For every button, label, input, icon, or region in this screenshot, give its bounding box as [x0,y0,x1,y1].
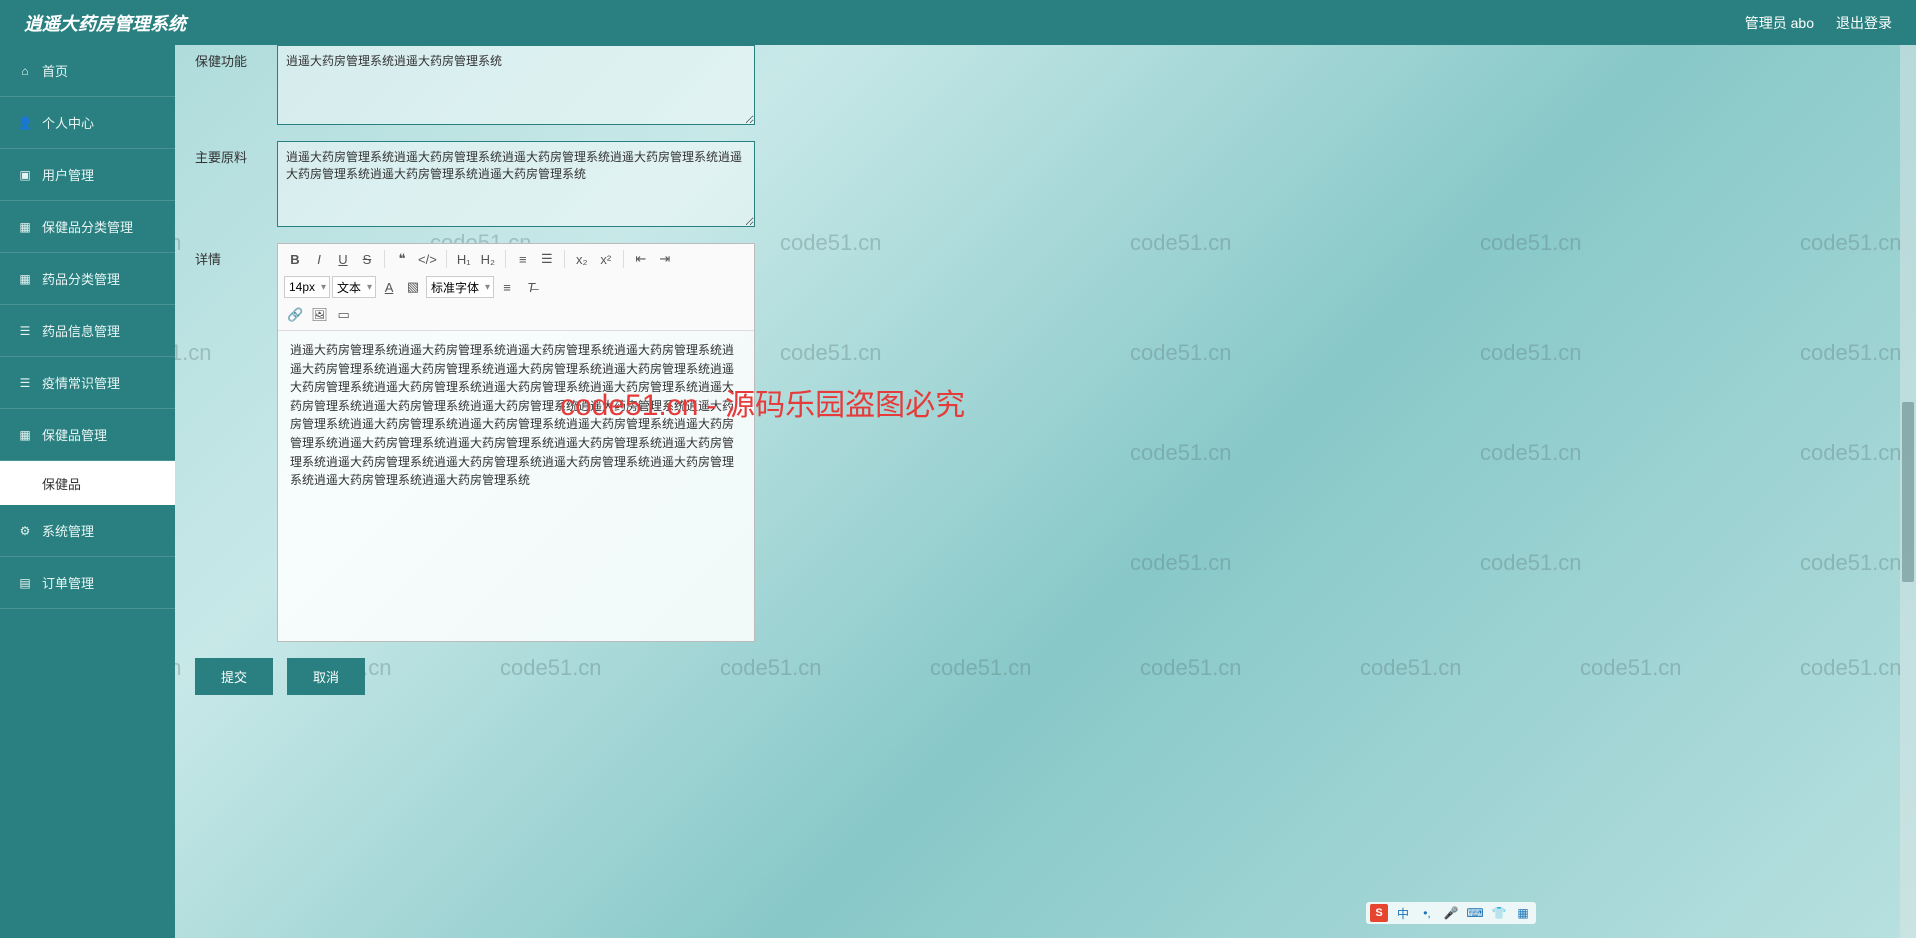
sidebar-item-label: 保健品管理 [42,425,107,444]
editor-toolbar: B I U S ❝ </> H₁ H₂ ≡ ☰ x₂ x² ⇤ ⇥ [278,244,754,331]
sup-icon[interactable]: x² [595,248,617,270]
image-icon[interactable]: 🖼 [308,304,331,326]
function-textarea[interactable] [277,45,755,125]
rich-editor: B I U S ❝ </> H₁ H₂ ≡ ☰ x₂ x² ⇤ ⇥ [277,243,755,642]
sidebar-item-system[interactable]: ⚙ 系统管理 [0,505,175,557]
grid-icon: ▦ [18,428,32,442]
sidebar-item-drug-cat[interactable]: ▦ 药品分类管理 [0,253,175,305]
sidebar-sub-health[interactable]: 保健品 [0,461,175,505]
sidebar-item-label: 疫情常识管理 [42,373,120,392]
underline-icon[interactable]: U [332,248,354,270]
editor-content[interactable]: 逍遥大药房管理系统逍遥大药房管理系统逍遥大药房管理系统逍遥大药房管理系统逍遥大药… [278,331,754,641]
sidebar-sub-label: 保健品 [42,474,81,493]
sidebar-item-label: 用户管理 [42,165,94,184]
sidebar-item-epidemic[interactable]: ☰ 疫情常识管理 [0,357,175,409]
header-right: 管理员 abo 退出登录 [1745,13,1892,33]
paragraph-select[interactable]: 文本 [332,276,376,298]
sidebar-item-drug-info[interactable]: ☰ 药品信息管理 [0,305,175,357]
sidebar-item-label: 系统管理 [42,521,94,540]
form-row-material: 主要原料 [195,141,1896,227]
italic-icon[interactable]: I [308,248,330,270]
list-ul-icon[interactable]: ☰ [536,248,558,270]
field-label: 保健功能 [195,45,265,70]
ime-bar: S 中 •, 🎤 ⌨ 👕 ▦ [1366,902,1536,924]
grid-icon: ▦ [18,272,32,286]
code-icon[interactable]: </> [415,248,440,270]
scrollbar[interactable] [1900,45,1916,938]
field-label: 详情 [195,243,265,268]
h1-icon[interactable]: H₁ [453,248,475,270]
separator [384,250,385,268]
gear-icon: ⚙ [18,524,32,538]
ime-logo-icon[interactable]: S [1370,904,1388,922]
material-textarea[interactable] [277,141,755,227]
clear-format-icon[interactable]: T̶ [520,276,542,298]
sidebar-item-label: 药品信息管理 [42,321,120,340]
form-row-detail: 详情 B I U S ❝ </> H₁ H₂ ≡ ☰ x₂ x² ⇤ [195,243,1896,642]
align-icon[interactable]: ≡ [496,276,518,298]
list-icon: ☰ [18,376,32,390]
sidebar-item-label: 药品分类管理 [42,269,120,288]
form-actions: 提交 取消 [195,658,1896,695]
app-title: 逍遥大药房管理系统 [24,10,186,36]
quote-icon[interactable]: ❝ [391,248,413,270]
font-family-select[interactable]: 标准字体 [426,276,494,298]
submit-button[interactable]: 提交 [195,658,273,695]
strike-icon[interactable]: S [356,248,378,270]
indent-icon[interactable]: ⇤ [630,248,652,270]
sidebar-item-label: 个人中心 [42,113,94,132]
link-icon[interactable]: 🔗 [284,304,306,326]
user-icon: 👤 [18,116,32,130]
cancel-button[interactable]: 取消 [287,658,365,695]
app-header: 逍遥大药房管理系统 管理员 abo 退出登录 [0,0,1916,45]
list-icon: ☰ [18,324,32,338]
sidebar: ⌂ 首页 👤 个人中心 ▣ 用户管理 ▦ 保健品分类管理 ▦ 药品分类管理 ☰ … [0,45,175,938]
list-icon: ▤ [18,576,32,590]
sidebar-item-label: 订单管理 [42,573,94,592]
font-size-select[interactable]: 14px [284,276,330,298]
ime-lang-icon[interactable]: 中 [1394,904,1412,922]
font-color-icon[interactable]: A [378,276,400,298]
field-label: 主要原料 [195,141,265,166]
sidebar-item-profile[interactable]: 👤 个人中心 [0,97,175,149]
bold-icon[interactable]: B [284,248,306,270]
logout-link[interactable]: 退出登录 [1836,13,1892,33]
video-icon[interactable]: ▭ [333,304,355,326]
users-icon: ▣ [18,168,32,182]
sub-icon[interactable]: x₂ [571,248,593,270]
separator [623,250,624,268]
grid-icon: ▦ [18,220,32,234]
sidebar-item-health-cat[interactable]: ▦ 保健品分类管理 [0,201,175,253]
ime-mic-icon[interactable]: 🎤 [1442,904,1460,922]
bg-color-icon[interactable]: ▧ [402,276,424,298]
separator [564,250,565,268]
h2-icon[interactable]: H₂ [477,248,499,270]
sidebar-item-label: 首页 [42,61,68,80]
main-content: 保健功能 主要原料 详情 B I U S ❝ </> H₁ H₂ ≡ ☰ [175,45,1916,938]
admin-label[interactable]: 管理员 abo [1745,13,1814,33]
scrollbar-thumb[interactable] [1902,402,1914,582]
sidebar-item-orders[interactable]: ▤ 订单管理 [0,557,175,609]
sidebar-item-users[interactable]: ▣ 用户管理 [0,149,175,201]
ime-skin-icon[interactable]: 👕 [1490,904,1508,922]
sidebar-item-home[interactable]: ⌂ 首页 [0,45,175,97]
ime-tool-icon[interactable]: ▦ [1514,904,1532,922]
list-ol-icon[interactable]: ≡ [512,248,534,270]
outdent-icon[interactable]: ⇥ [654,248,676,270]
separator [505,250,506,268]
ime-punct-icon[interactable]: •, [1418,904,1436,922]
ime-keyboard-icon[interactable]: ⌨ [1466,904,1484,922]
separator [446,250,447,268]
sidebar-item-health[interactable]: ▦ 保健品管理 [0,409,175,461]
sidebar-item-label: 保健品分类管理 [42,217,133,236]
home-icon: ⌂ [18,64,32,78]
form-row-function: 保健功能 [195,45,1896,125]
